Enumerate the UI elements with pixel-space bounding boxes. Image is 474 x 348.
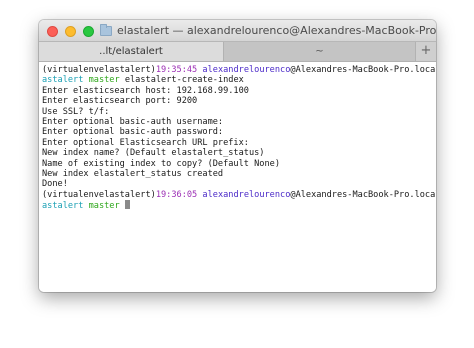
- tab-elastalert[interactable]: ..lt/elastalert: [39, 42, 224, 61]
- prompt-dir: astalert: [42, 201, 84, 212]
- prompt-host: @Alexandres-MacBook-Pro.local: [290, 65, 436, 75]
- virtualenv-label: (virtualenvelastalert): [42, 189, 156, 200]
- prompt-branch: master: [88, 201, 120, 212]
- tab-home[interactable]: ~: [224, 42, 416, 61]
- output-line: New index name? (Default elastalert_stat…: [42, 148, 265, 159]
- prompt-dir: astalert: [42, 75, 84, 86]
- output-line: Enter elasticsearch port: 9200: [42, 96, 198, 107]
- virtualenv-label: (virtualenvelastalert): [42, 65, 156, 75]
- text-cursor: [124, 200, 130, 210]
- prompt-time: 19:36:05: [155, 189, 198, 200]
- output-line: Enter optional basic-auth username:: [42, 116, 224, 127]
- prompt-user: alexandrelourenco: [202, 65, 291, 75]
- output-line: New index elastalert_status created: [42, 168, 224, 179]
- window-title: elastalert — alexandrelourenco@Alexandre…: [117, 24, 436, 37]
- prompt-line-continued: astalert master elastalert-create-index: [42, 75, 436, 85]
- tab-bar: ..lt/elastalert ~ +: [39, 42, 436, 62]
- output-line: Enter elasticsearch host: 192.168.99.100: [42, 85, 249, 96]
- prompt-user: alexandrelourenco: [202, 189, 291, 200]
- output-line: Name of existing index to copy? (Default…: [42, 158, 280, 169]
- output-line: Use SSL? t/f:: [42, 106, 110, 117]
- output-line: Done!: [42, 179, 68, 190]
- output-line: Enter optional Elasticsearch URL prefix:: [42, 137, 249, 148]
- prompt-line: (virtualenvelastalert)19:36:05 alexandre…: [42, 190, 436, 200]
- folder-icon: [100, 24, 112, 36]
- new-tab-button[interactable]: +: [416, 42, 436, 61]
- prompt-line: (virtualenvelastalert)19:35:45 alexandre…: [42, 65, 436, 75]
- command-text: elastalert-create-index: [124, 75, 244, 86]
- prompt-time: 19:35:45: [155, 65, 198, 75]
- zoom-button[interactable]: [83, 26, 94, 37]
- minimize-button[interactable]: [65, 26, 76, 37]
- close-button[interactable]: [47, 26, 58, 37]
- prompt-branch: master: [88, 75, 120, 86]
- terminal-output[interactable]: (virtualenvelastalert)19:35:45 alexandre…: [39, 62, 436, 292]
- prompt-host: @Alexandres-MacBook-Pro.local: [290, 189, 436, 200]
- output-line: Enter optional basic-auth password:: [42, 127, 224, 138]
- prompt-line-continued: astalert master: [42, 200, 436, 212]
- title-bar[interactable]: elastalert — alexandrelourenco@Alexandre…: [39, 20, 436, 42]
- terminal-window: elastalert — alexandrelourenco@Alexandre…: [39, 20, 436, 292]
